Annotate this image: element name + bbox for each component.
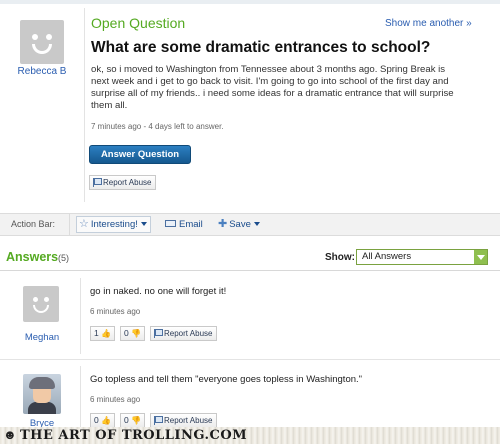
thumb-down-icon: 👎 (131, 416, 142, 425)
question-body-line: ok, so i moved to Washington from Tennes… (91, 64, 446, 75)
avatar-eye-right (44, 297, 49, 302)
answer-time: 6 minutes ago (90, 395, 141, 404)
thumbs-up-count: 0 (94, 415, 99, 425)
question-report-abuse-button[interactable]: Report Abuse (89, 175, 157, 190)
chevron-down-icon (140, 222, 147, 226)
question-title: What are some dramatic entrances to scho… (91, 39, 431, 56)
thumbs-up-button[interactable]: 1 👍 (90, 326, 116, 341)
question-divider (84, 8, 85, 202)
question-body-line: next week and i get to go back to visit.… (91, 76, 449, 87)
interesting-button[interactable]: ☆ Interesting! (76, 216, 151, 233)
answers-heading: Answers (6, 250, 59, 264)
report-abuse-label: Report Abuse (164, 416, 213, 425)
answer-text: Go topless and tell them "everyone goes … (90, 374, 363, 385)
avatar-eye-left (33, 297, 38, 302)
flag-icon (154, 416, 163, 425)
thumbs-down-count: 0 (124, 328, 129, 338)
plus-icon: ✚ (218, 218, 228, 230)
question-body-line: them all. (91, 100, 128, 111)
answers-divider (0, 270, 500, 271)
save-button[interactable]: ✚ Save (218, 217, 260, 232)
show-filter-value: All Answers (362, 251, 412, 262)
save-label: Save (229, 219, 251, 230)
thumb-down-icon: 👎 (131, 329, 142, 338)
avatar-mouth (32, 44, 52, 54)
flag-icon (93, 178, 102, 187)
flag-icon (154, 329, 163, 338)
thumb-up-icon: 👍 (101, 416, 112, 425)
action-bar-label: Action Bar: (11, 219, 56, 229)
star-icon: ☆ (79, 218, 89, 230)
report-abuse-label: Report Abuse (164, 329, 213, 338)
answerer-avatar[interactable] (23, 374, 61, 414)
email-button[interactable]: Email (165, 217, 203, 232)
question-body: ok, so i moved to Washington from Tennes… (91, 64, 473, 112)
thumbs-down-button[interactable]: 0 👎 (120, 326, 146, 341)
report-abuse-label: Report Abuse (103, 178, 152, 187)
thumbs-down-button[interactable]: 0 👎 (120, 413, 146, 428)
question-body-line: surprise all of my friends.. i need some… (91, 88, 454, 99)
chevron-down-icon (253, 222, 260, 226)
watermark-text: THE ART OF TROLLING.COM (20, 428, 248, 443)
avatar-eye-right (46, 34, 52, 40)
answer-row-divider (0, 359, 500, 360)
show-filter-label: Show: (325, 252, 355, 263)
asker-avatar[interactable] (20, 20, 64, 64)
asker-name[interactable]: Rebecca B (10, 66, 74, 77)
open-question-label: Open Question (91, 15, 186, 31)
answer-text: go in naked. no one will forget it! (90, 286, 227, 297)
interesting-label: Interesting! (90, 219, 138, 230)
show-another-link[interactable]: Show me another » (385, 18, 472, 29)
show-filter-select[interactable]: All Answers (356, 249, 488, 265)
question-time: 7 minutes ago - 4 days left to answer. (91, 122, 224, 131)
email-icon (165, 220, 176, 227)
answer-time: 6 minutes ago (90, 307, 141, 316)
answerer-avatar[interactable] (23, 286, 59, 322)
avatar-mouth (33, 305, 49, 313)
avatar-hair (29, 377, 55, 389)
thumbs-down-count: 0 (124, 415, 129, 425)
avatar-body (28, 402, 56, 414)
answerer-name[interactable]: Meghan (12, 332, 72, 343)
answer-divider (80, 278, 81, 354)
top-border (0, 0, 500, 4)
answers-count: (5) (58, 253, 69, 263)
thumbs-up-button[interactable]: 0 👍 (90, 413, 116, 428)
avatar-eye-left (32, 34, 38, 40)
email-label: Email (179, 219, 203, 230)
chevron-down-icon[interactable] (474, 250, 487, 264)
thumb-up-icon: 👍 (101, 329, 112, 338)
answer-report-abuse-button[interactable]: Report Abuse (150, 413, 218, 428)
answer-question-button[interactable]: Answer Question (89, 145, 191, 164)
answer-report-abuse-button[interactable]: Report Abuse (150, 326, 218, 341)
thumbs-up-count: 1 (94, 328, 99, 338)
answer-divider (80, 366, 81, 428)
action-bar-separator (69, 214, 70, 235)
